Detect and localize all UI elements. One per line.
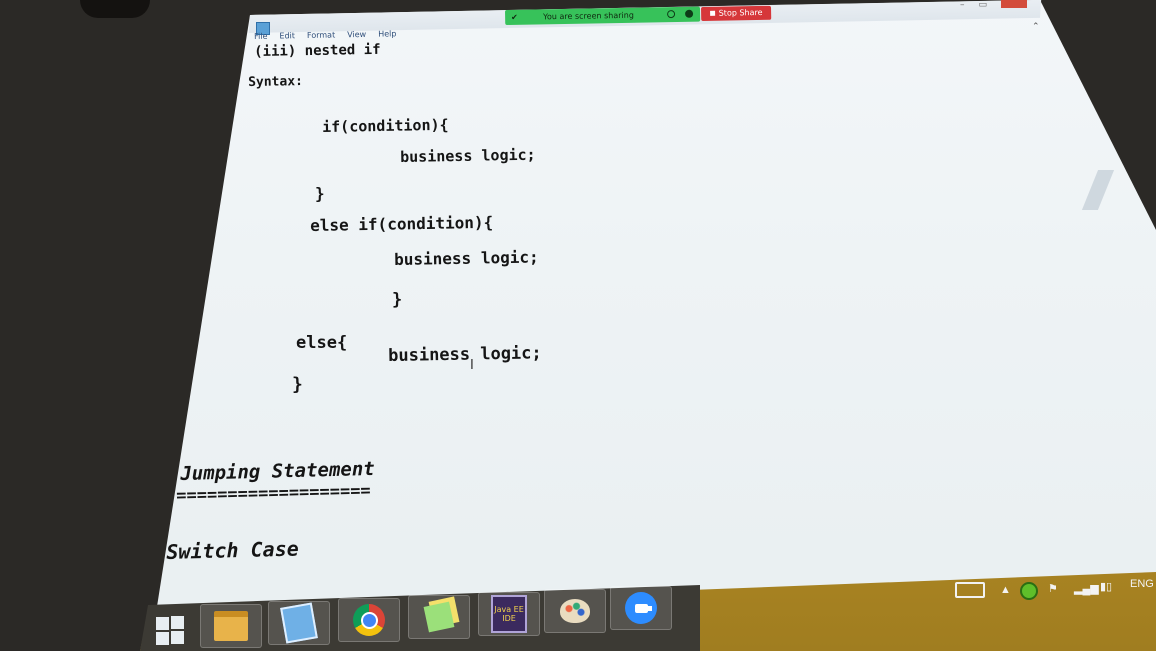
menu-help[interactable]: Help [378, 29, 396, 38]
maximize-button[interactable]: ▭ [979, 0, 988, 10]
window-controls: – ▭ [960, 0, 1041, 10]
taskbar-chrome[interactable] [338, 598, 400, 642]
language-indicator[interactable]: ENG [1130, 578, 1154, 590]
windows-logo-quad [171, 631, 184, 644]
stop-icon [709, 10, 715, 16]
taskbar-sticky-notes[interactable] [408, 595, 470, 639]
view-options-icon[interactable] [667, 10, 676, 19]
battery-icon[interactable]: ▮▯ [1100, 580, 1112, 593]
doc-line-else-if: else if(condition){ [310, 212, 494, 235]
doc-line-if: if(condition){ [322, 115, 449, 136]
taskbar-java-ee-ide[interactable]: Java EE IDE [478, 592, 540, 636]
doc-line-logic-1: business logic; [400, 145, 536, 166]
doc-line-close-3: } [292, 374, 303, 395]
windows-logo-quad [171, 616, 184, 629]
on-screen-keyboard-icon[interactable] [955, 582, 985, 598]
stop-share-label: Stop Share [718, 7, 763, 18]
close-button[interactable] [1001, 0, 1028, 8]
security-shield-icon[interactable] [685, 9, 694, 18]
doc-line-logic-3: business logic; [388, 343, 542, 366]
menu-view[interactable]: View [347, 30, 366, 39]
pin-icon[interactable]: ✔ [511, 10, 518, 25]
sticky-notes-icon [409, 596, 469, 638]
text-cursor-icon: I [470, 358, 474, 373]
doc-line-close-2: } [392, 290, 403, 310]
taskbar-file-explorer[interactable] [200, 604, 262, 648]
taskbar-zoom[interactable] [610, 586, 672, 630]
show-hidden-icons-icon[interactable]: ▲ [1000, 584, 1011, 596]
sharing-status-text: You are screen sharing [543, 10, 634, 22]
taskbar-notepad[interactable] [268, 601, 330, 645]
java-ee-ide-label: Java EE IDE [491, 595, 527, 633]
doc-heading-switch: Switch Case [166, 536, 300, 564]
minimize-button[interactable]: – [960, 0, 965, 10]
windows-logo-icon [156, 617, 169, 630]
taskbar-paint[interactable] [544, 589, 606, 633]
action-center-flag-icon[interactable]: ⚑ [1048, 582, 1058, 595]
menu-edit[interactable]: Edit [279, 31, 295, 40]
corner-shadow [80, 0, 150, 18]
doc-line-nested-if: (iii) nested if [254, 41, 381, 60]
menu-file[interactable]: File [254, 32, 268, 41]
notepad-icon [269, 602, 329, 644]
green-status-icon[interactable] [1020, 582, 1038, 600]
doc-line-syntax: Syntax: [248, 74, 304, 90]
windows-logo-quad [156, 632, 169, 645]
scroll-up-arrow-icon[interactable]: ⌃ [1032, 22, 1040, 32]
paint-icon [545, 590, 605, 632]
chrome-icon [339, 599, 399, 641]
menu-format[interactable]: Format [307, 30, 335, 40]
doc-line-logic-2: business logic; [394, 247, 539, 269]
file-explorer-icon [201, 605, 261, 647]
start-button[interactable] [152, 613, 188, 647]
network-signal-icon[interactable]: ▂▄▆ [1074, 582, 1099, 595]
doc-line-else: else{ [296, 333, 348, 353]
stop-share-button[interactable]: Stop Share [701, 5, 772, 21]
zoom-icon [611, 587, 671, 629]
java-ee-ide-icon: Java EE IDE [479, 593, 539, 635]
doc-line-close-1: } [315, 184, 325, 203]
